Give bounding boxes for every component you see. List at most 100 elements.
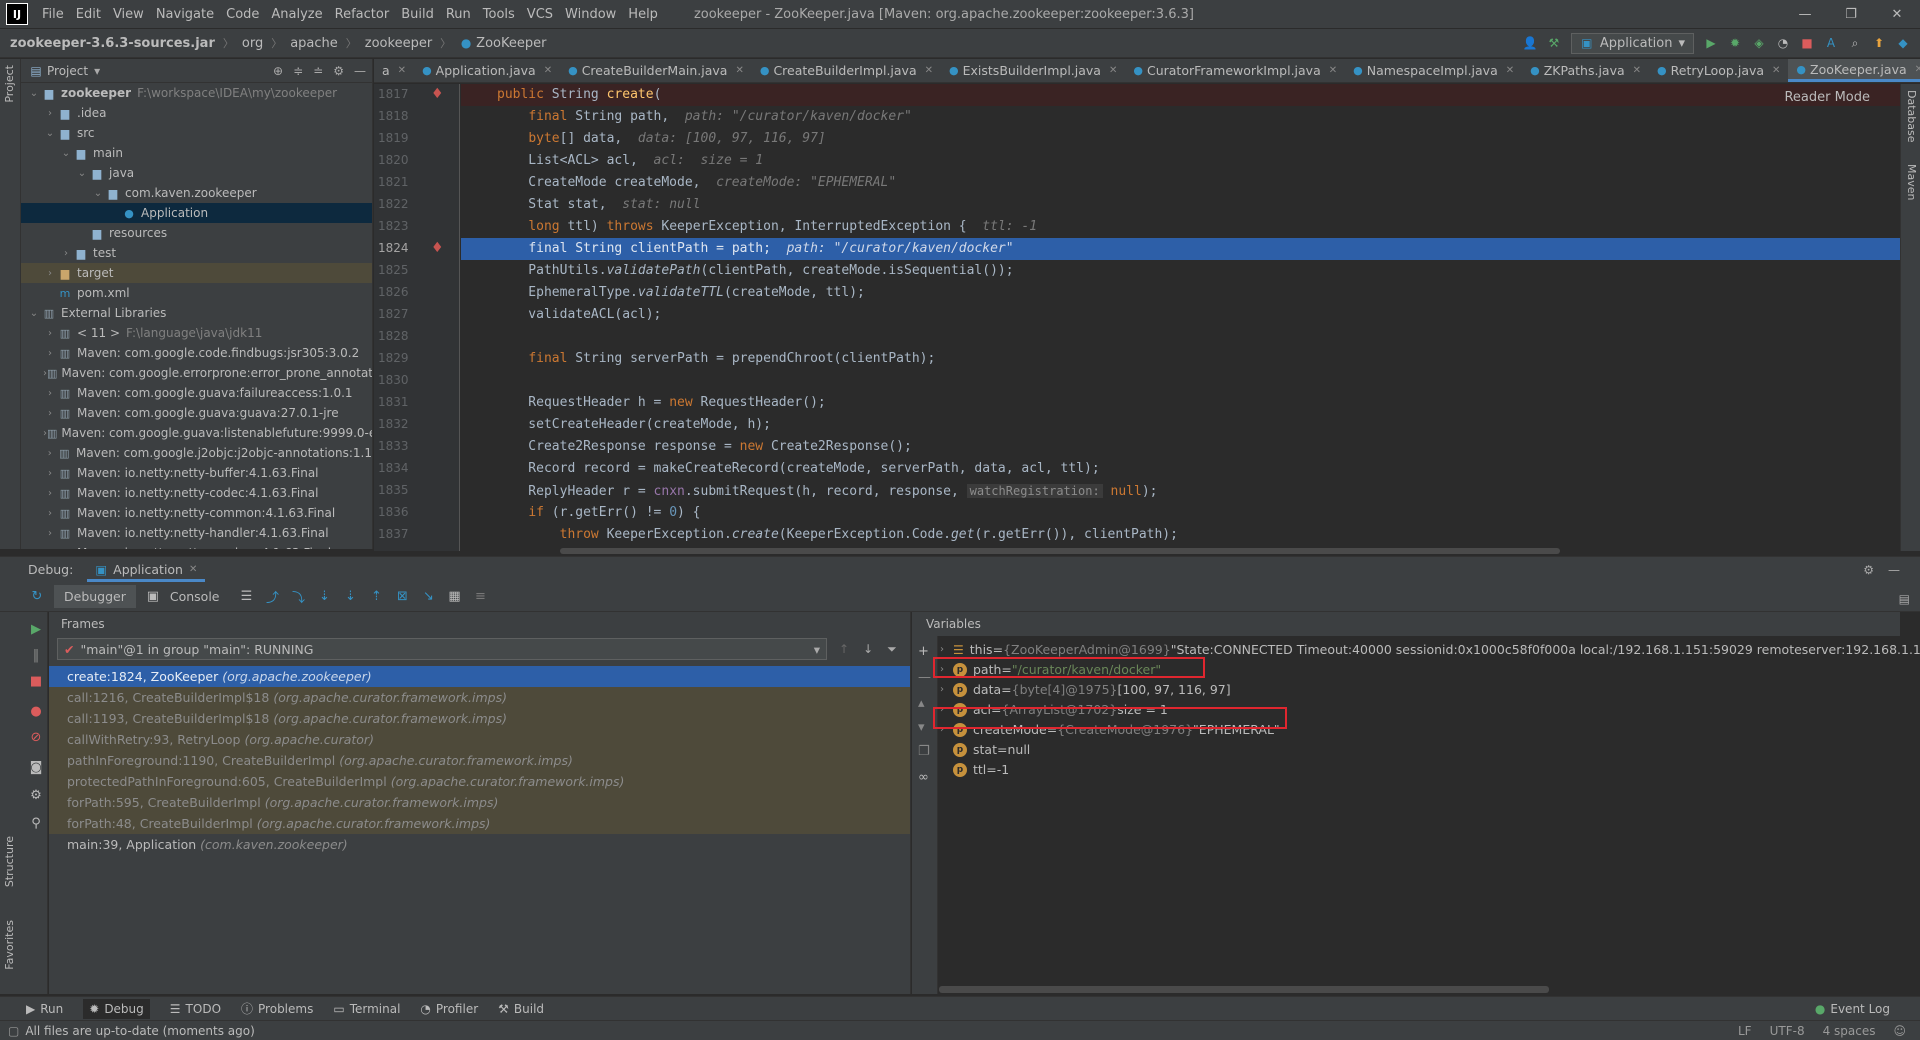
gutter-line[interactable]: 1823	[374, 216, 460, 238]
code-line[interactable]	[461, 370, 1901, 392]
chevron-right-icon[interactable]: ›	[43, 388, 57, 399]
close-tab-icon[interactable]: ✕	[925, 65, 933, 76]
frame-row[interactable]: create:1824, ZooKeeper (org.apache.zookee…	[49, 666, 910, 687]
gutter-line[interactable]: 1827	[374, 304, 460, 326]
menu-code[interactable]: Code	[220, 7, 265, 22]
editor-horizontal-scrollbar[interactable]	[560, 548, 1560, 554]
gutter-line[interactable]: 1820	[374, 150, 460, 172]
menu-refactor[interactable]: Refactor	[329, 7, 396, 22]
frame-row[interactable]: protectedPathInForeground:605, CreateBui…	[49, 771, 910, 792]
close-tab-icon[interactable]: ✕	[1329, 65, 1337, 76]
mute-breakpoints-icon[interactable]: ⊘	[26, 730, 46, 745]
gutter-line[interactable]: 1821	[374, 172, 460, 194]
chevron-right-icon[interactable]: ›	[43, 408, 57, 419]
line-separator[interactable]: LF	[1738, 1024, 1752, 1038]
code-line[interactable]: Stat stat, stat: null	[461, 194, 1901, 216]
menu-run[interactable]: Run	[440, 7, 477, 22]
tree-item[interactable]: ⌄ ▆ java	[21, 163, 372, 183]
hide-panel-icon[interactable]: —	[1888, 563, 1900, 577]
gutter-line[interactable]: 1837	[374, 524, 460, 546]
code-line[interactable]: Record record = makeCreateRecord(createM…	[461, 458, 1901, 480]
gutter-line[interactable]: 1832	[374, 414, 460, 436]
editor-tab[interactable]: ● ZKPaths.java ✕	[1522, 59, 1649, 82]
gutter-line[interactable]: 1826	[374, 282, 460, 304]
breadcrumb-class[interactable]: ZooKeeper	[476, 36, 546, 51]
tool-window-problems[interactable]: ⓘ Problems	[241, 1000, 313, 1017]
maven-tool-tab[interactable]: Maven	[1905, 164, 1918, 200]
chevron-right-icon[interactable]: ›	[43, 108, 57, 119]
chevron-down-icon[interactable]: ⌄	[91, 188, 105, 199]
structure-tool-tab[interactable]: Structure	[3, 836, 16, 887]
tree-item[interactable]: ⌄ ▥ External Libraries	[21, 303, 372, 323]
frame-row[interactable]: main:39, Application (com.kaven.zookeeper…	[49, 834, 910, 855]
arrow-down-icon[interactable]: ↓	[863, 642, 873, 657]
run-to-cursor-icon[interactable]: ↘	[420, 589, 438, 604]
notifications-icon[interactable]: ☺	[1893, 1024, 1906, 1038]
chevron-down-icon[interactable]: ⌄	[75, 168, 89, 179]
force-step-into-icon[interactable]: ⇣	[342, 589, 360, 604]
tool-window-terminal[interactable]: ▭ Terminal	[333, 1002, 400, 1016]
code-line[interactable]: EphemeralType.validateTTL(createMode, tt…	[461, 282, 1901, 304]
gutter-line[interactable]: 1829	[374, 348, 460, 370]
project-panel-title[interactable]: Project	[47, 64, 88, 78]
thread-select[interactable]: ✔ "main"@1 in group "main": RUNNING ▾	[57, 638, 827, 660]
frame-row[interactable]: call:1193, CreateBuilderImpl$18 (org.apac…	[49, 708, 910, 729]
breakpoint-icon[interactable]: ♦	[431, 86, 444, 102]
step-into-icon[interactable]: ⇣	[316, 589, 334, 604]
menu-vcs[interactable]: VCS	[521, 7, 559, 22]
chevron-right-icon[interactable]: ›	[43, 488, 57, 499]
tree-item[interactable]: › ▥ Maven: com.google.guava:failureaccess:…	[21, 383, 372, 403]
breadcrumb-apache[interactable]: apache	[290, 36, 338, 51]
chevron-down-icon[interactable]: ⌄	[59, 148, 73, 159]
variables-horizontal-scrollbar[interactable]	[939, 986, 1549, 993]
debug-session-tab[interactable]: ▣ Application ✕	[87, 558, 206, 582]
tab-console[interactable]: Console	[170, 585, 230, 608]
tree-item[interactable]: › ▥ Maven: io.netty:netty-handler:4.1.63.F…	[21, 523, 372, 543]
stop-icon[interactable]: ■	[1800, 36, 1814, 50]
editor-tab[interactable]: ● CreateBuilderMain.java ✕	[560, 59, 752, 82]
add-watch-icon[interactable]: +	[918, 644, 929, 659]
breadcrumb-org[interactable]: org	[242, 36, 263, 51]
frame-row[interactable]: call:1216, CreateBuilderImpl$18 (org.apac…	[49, 687, 910, 708]
chevron-right-icon[interactable]: ›	[43, 548, 57, 550]
chevron-down-icon[interactable]: ⌄	[27, 88, 41, 99]
menu-icon[interactable]: ☰	[238, 589, 256, 604]
tree-item[interactable]: › ▥ Maven: com.google.guava:listenablefutu…	[21, 423, 372, 443]
pin-icon[interactable]: ⚲	[26, 816, 46, 831]
tree-item[interactable]: ⌄ ▆ zookeeper F:\workspace\IDEA\my\zookeepe…	[21, 83, 372, 103]
code-line[interactable]: CreateMode createMode, createMode: "EPHE…	[461, 172, 1901, 194]
tree-item[interactable]: ⌄ ▆ src	[21, 123, 372, 143]
tree-item[interactable]: ⌄ ▆ com.kaven.zookeeper	[21, 183, 372, 203]
gutter-line[interactable]: 1834	[374, 458, 460, 480]
close-window-icon[interactable]: ✕	[1874, 7, 1920, 22]
tree-item[interactable]: ›▥ Maven: io.netty:netty-resolver:4.1.63.…	[21, 543, 372, 549]
database-tool-tab[interactable]: Database	[1905, 90, 1918, 143]
gutter-line[interactable]: 1833	[374, 436, 460, 458]
close-tab-icon[interactable]: ✕	[1772, 65, 1780, 76]
pause-icon[interactable]: ‖	[26, 648, 46, 663]
gutter-line[interactable]: 1835	[374, 480, 460, 502]
code-line[interactable]: PathUtils.validatePath(clientPath, creat…	[461, 260, 1901, 282]
drop-frame-icon[interactable]: ⊠	[394, 589, 412, 604]
menu-analyze[interactable]: Analyze	[265, 7, 328, 22]
tree-item[interactable]: › ▥ Maven: io.netty:netty-common:4.1.63.Fi…	[21, 503, 372, 523]
step-out-icon[interactable]: ⇡	[368, 589, 386, 604]
code-line[interactable]: RequestHeader h = new RequestHeader();	[461, 392, 1901, 414]
tree-item[interactable]: › ▥ Maven: io.netty:netty-codec:4.1.63.Fin…	[21, 483, 372, 503]
tool-window-profiler[interactable]: ◔ Profiler	[420, 1002, 478, 1016]
tree-item[interactable]: › ▆ .idea	[21, 103, 372, 123]
close-tab-icon[interactable]: ✕	[398, 65, 406, 76]
editor-gutter[interactable]: 1817 ♦ 1818 1819 1820 1821 1822 1823 1824 ♦ 1825 18…	[374, 84, 460, 551]
breakpoint-icon[interactable]: ♦	[431, 240, 444, 256]
chevron-right-icon[interactable]: ›	[43, 468, 57, 479]
close-tab-icon[interactable]: ✕	[189, 564, 197, 575]
frame-row[interactable]: forPath:48, CreateBuilderImpl (org.apache…	[49, 813, 910, 834]
project-tool-tab[interactable]: Project	[3, 65, 16, 103]
chevron-right-icon[interactable]: ›	[59, 248, 73, 259]
menu-window[interactable]: Window	[559, 7, 622, 22]
gutter-line[interactable]: 1828	[374, 326, 460, 348]
close-tab-icon[interactable]: ✕	[544, 65, 552, 76]
tree-item[interactable]: ⌄ ▆ main	[21, 143, 372, 163]
glasses-icon[interactable]: ∞	[918, 770, 929, 785]
gutter-line[interactable]: 1818	[374, 106, 460, 128]
